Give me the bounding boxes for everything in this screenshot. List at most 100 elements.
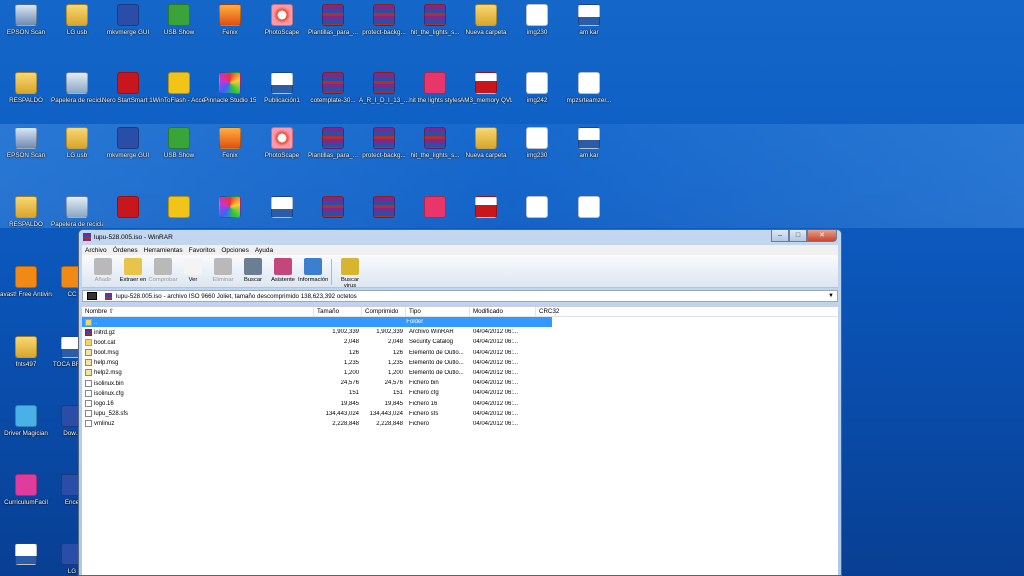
desktop-icon[interactable]: LG usb — [51, 127, 103, 160]
toolbar-button[interactable]: Asistente — [268, 255, 298, 283]
desktop-icon[interactable]: Nueva carpeta — [460, 127, 512, 160]
toolbar-button[interactable]: Buscar — [238, 255, 268, 283]
column-packed[interactable]: Comprimido — [362, 306, 406, 317]
desktop-icon[interactable]: USB Show — [153, 127, 205, 160]
desktop-icon[interactable]: Pinnacle Studio 15 — [204, 72, 256, 105]
pink-folder-icon — [424, 72, 446, 94]
desktop-icon[interactable]: WinToFlash - Acceso directo — [153, 72, 205, 105]
minimize-button[interactable]: – — [771, 230, 789, 242]
winrar-archive-icon — [373, 127, 395, 149]
desktop-icon[interactable]: img230 — [511, 4, 563, 37]
desktop-icon[interactable]: Fenix — [204, 127, 256, 160]
close-button[interactable]: ✕ — [807, 230, 837, 242]
desktop-icon[interactable]: hit_the_lights_s... — [409, 127, 461, 160]
desktop-icon[interactable]: A_R_I_D_I_13_... — [358, 72, 410, 105]
table-row[interactable]: help.msg 1,235 1,235 Elemento de Outlo... 04… — [82, 358, 838, 368]
desktop-icon[interactable]: protect-backg... — [358, 4, 410, 37]
desktop-icon[interactable] — [460, 196, 512, 221]
chevron-down-icon[interactable]: ▼ — [828, 293, 834, 299]
desktop-icon[interactable]: mpzsrteamzer... — [563, 72, 615, 105]
toolbar-button[interactable]: Eliminar — [208, 255, 238, 283]
desktop-icon[interactable]: img230 — [511, 127, 563, 160]
column-name[interactable]: Nombre ⇧ — [82, 306, 314, 317]
up-folder-icon[interactable] — [87, 292, 97, 300]
desktop-icon[interactable]: Papelera de reciclaje — [51, 72, 103, 105]
desktop-icon[interactable]: RESPALDO — [0, 72, 52, 105]
desktop-icon[interactable]: mkvmerge GUI — [102, 4, 154, 37]
toolbar-button[interactable]: Ver — [178, 255, 208, 283]
desktop-icon[interactable]: mkvmerge GUI — [102, 127, 154, 160]
desktop-icon[interactable] — [204, 196, 256, 221]
desktop-icon[interactable] — [153, 196, 205, 221]
desktop-icon[interactable] — [256, 196, 308, 221]
table-row[interactable]: lupu_528.sfs 134,443,024 134,443,024 Ficher… — [82, 409, 838, 419]
desktop-icon[interactable]: Plantillas_para_... — [307, 127, 359, 160]
column-type[interactable]: Tipo — [406, 306, 470, 317]
desktop-icon[interactable]: Driver Magician — [0, 405, 52, 438]
desktop-icon[interactable]: cotemplate-30... — [307, 72, 359, 105]
desktop-icon[interactable]: Papelera de reciclaje — [51, 196, 103, 229]
winrar-window[interactable]: lupu-528.005.iso - WinRAR – □ ✕ Archivo Ó… — [78, 229, 842, 576]
table-row[interactable]: help2.msg 1,200 1,200 Elemento de Outlo... 0… — [82, 368, 838, 378]
folder-icon — [475, 127, 497, 149]
desktop-icon[interactable]: RESPALDO — [0, 196, 52, 229]
desktop-icon[interactable]: Nueva carpeta — [460, 4, 512, 37]
toolbar-button[interactable]: Información — [298, 255, 328, 283]
toolbar-button-label: Asistente — [271, 277, 295, 283]
desktop-icon[interactable]: EPSON Scan — [0, 127, 52, 160]
desktop-icon[interactable]: CurriculumFacil — [0, 474, 52, 507]
desktop-icon[interactable] — [102, 196, 154, 221]
desktop-icon[interactable]: avast! Free Antivirus — [0, 266, 52, 299]
desktop-icon[interactable]: PhotoScape — [256, 4, 308, 37]
address-bar[interactable]: lupu-528.005.iso - archivo ISO 9660 Joli… — [82, 290, 838, 302]
desktop-icon[interactable]: hit_the_lights_s... — [409, 4, 461, 37]
menu-item[interactable]: Órdenes — [110, 247, 141, 254]
desktop-icon[interactable]: Publicación1 — [256, 72, 308, 105]
desktop-icon[interactable]: am kar — [563, 4, 615, 37]
desktop-icon[interactable] — [511, 196, 563, 221]
desktop-icon[interactable]: protect-backg... — [358, 127, 410, 160]
desktop-icon[interactable]: LG usb — [51, 4, 103, 37]
column-modified[interactable]: Modificado — [470, 306, 536, 317]
desktop-icon[interactable] — [409, 196, 461, 221]
desktop-icon[interactable]: USB Show — [153, 4, 205, 37]
desktop-icon[interactable]: fnts497 — [0, 336, 52, 369]
desktop-icon[interactable] — [358, 196, 410, 221]
maximize-button[interactable]: □ — [789, 230, 807, 242]
desktop-icon[interactable]: am kar — [563, 127, 615, 160]
menu-item[interactable]: Herramientas — [141, 247, 186, 254]
desktop-icon[interactable] — [0, 543, 52, 568]
table-row[interactable]: initrd.gz 1,902,339 1,902,339 Archivo WinRA… — [82, 327, 838, 337]
file-icon — [85, 389, 92, 397]
table-row[interactable]: isolinux.cfg 151 151 Fichero cfg 04/04/2012 … — [82, 388, 838, 398]
menu-item[interactable]: Opciones — [218, 247, 251, 254]
table-row[interactable]: vmlinuz 2,228,848 2,228,848 Fichero 04/04/20… — [82, 419, 838, 429]
file-list[interactable]: Nombre ⇧ Tamaño Comprimido Tipo Modifica… — [82, 306, 838, 575]
toolbar-button[interactable]: Añadir — [88, 255, 118, 283]
table-row[interactable]: isolinux.bin 24,576 24,576 Fichero bin 04/04… — [82, 378, 838, 388]
table-row[interactable]: boot.msg 126 126 Elemento de Outlo... 04/04/… — [82, 348, 838, 358]
menu-item[interactable]: Archivo — [82, 247, 110, 254]
column-size[interactable]: Tamaño — [314, 306, 362, 317]
toolbar-button[interactable]: Buscar virus — [335, 255, 365, 289]
desktop-icon[interactable]: hit the lights styles — [409, 72, 461, 105]
desktop-icon[interactable]: EPSON Scan — [0, 4, 52, 37]
toolbar-button[interactable]: Comprobar — [148, 255, 178, 283]
desktop-icon[interactable]: Fenix — [204, 4, 256, 37]
desktop-icon[interactable]: PhotoScape — [256, 127, 308, 160]
menu-item[interactable]: Favoritos — [186, 247, 219, 254]
desktop-icon[interactable]: Nero StartSmart 10 — [102, 72, 154, 105]
toolbar-button[interactable]: Extraer en — [118, 255, 148, 283]
table-row[interactable]: boot.cat 2,048 2,048 Security Catalog 04/04/… — [82, 337, 838, 347]
menu-item[interactable]: Ayuda — [252, 247, 276, 254]
desktop-icon[interactable]: AM3_memory QVL — [460, 72, 512, 105]
title-bar[interactable]: lupu-528.005.iso - WinRAR – □ ✕ — [79, 230, 841, 244]
winrar-archive-icon — [373, 196, 395, 218]
column-crc[interactable]: CRC32 — [536, 306, 559, 317]
desktop-icon[interactable] — [307, 196, 359, 221]
table-row[interactable]: logo.16 19,845 19,845 Fichero 16 04/04/2012 … — [82, 399, 838, 409]
desktop-icon[interactable] — [563, 196, 615, 221]
table-row[interactable]: .. Folder — [82, 317, 552, 328]
desktop-icon[interactable]: Plantillas_para_... — [307, 4, 359, 37]
desktop-icon[interactable]: img242 — [511, 72, 563, 105]
